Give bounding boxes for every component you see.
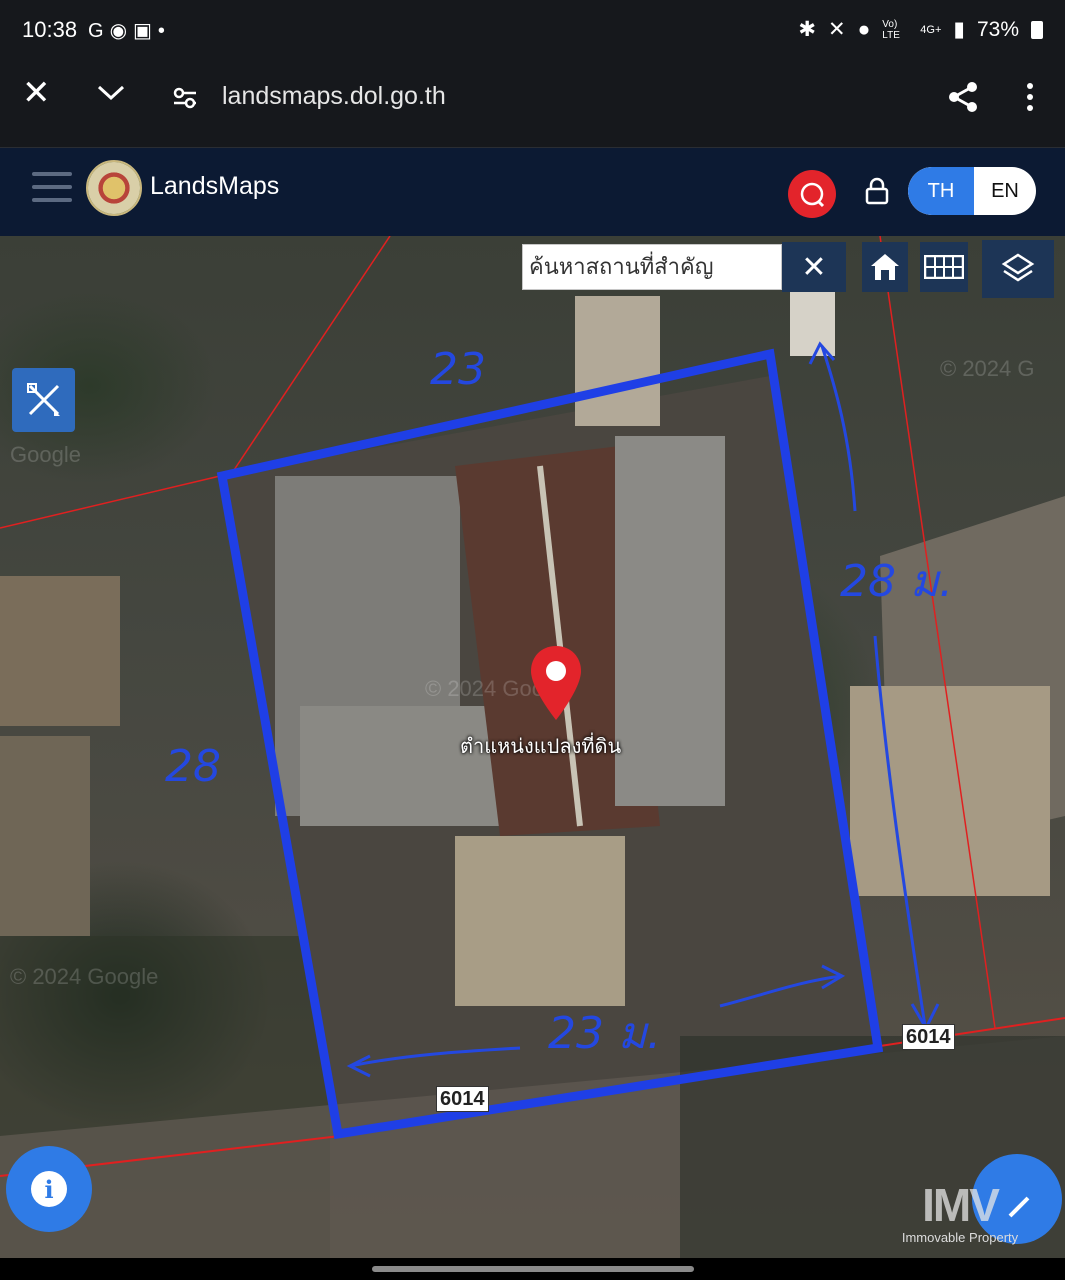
signal-icon: ▮ — [953, 18, 965, 41]
url-text[interactable]: landsmaps.dol.go.th — [222, 82, 446, 111]
lang-th-option[interactable]: TH — [908, 167, 974, 215]
share-icon[interactable] — [946, 80, 980, 114]
department-logo — [86, 160, 142, 216]
side-roof — [615, 436, 725, 806]
satellite-map[interactable]: 23 28 ม. 28 23 ม. Google © 2024 Google ©… — [0, 236, 1065, 1258]
gesture-bar — [0, 1258, 1065, 1280]
google-icon: G — [88, 20, 110, 42]
battery-level: 73% — [976, 17, 1019, 41]
chevron-down-icon[interactable] — [96, 78, 126, 108]
volte-icon: Vo) LTE — [882, 18, 900, 41]
line-icon: ◉ — [109, 20, 134, 42]
measure-bottom: 23 ม. — [548, 1008, 661, 1059]
lang-en-option[interactable]: EN — [974, 167, 1036, 215]
browser-bar: ✕ landsmaps.dol.go.th — [0, 62, 1065, 148]
landmark-search-field[interactable] — [522, 244, 782, 290]
layers-button[interactable] — [982, 240, 1054, 298]
parcel-grid-button[interactable] — [920, 242, 968, 292]
map-copyright: © 2024 Google — [10, 964, 159, 989]
layers-icon — [1001, 253, 1035, 282]
status-time: 10:38 — [22, 17, 78, 42]
search-button[interactable] — [788, 170, 836, 218]
road-number-label: 6014 — [902, 1024, 955, 1050]
more-icon[interactable] — [1020, 80, 1040, 114]
neighbor-rooftop — [0, 576, 120, 726]
measure-tool-button[interactable] — [12, 368, 75, 432]
status-right-icons: ✱ ✕ ● Vo) LTE 4G+ ▮ 73% — [798, 17, 1043, 42]
4g-icon: 4G+ — [920, 23, 942, 36]
boundary-line — [0, 475, 221, 529]
app-title: LandsMaps — [150, 172, 280, 200]
parcel-location-label: ตำแหน่งแปลงที่ดิน — [460, 734, 622, 758]
measure-left: 28 — [165, 741, 221, 792]
ruler-pencil-icon — [26, 383, 60, 416]
landmark-search-input[interactable] — [523, 245, 781, 289]
gesture-handle[interactable] — [372, 1266, 694, 1272]
arrow-up — [820, 345, 857, 512]
home-button[interactable] — [862, 242, 908, 292]
gallery-icon: ▣ — [133, 20, 158, 42]
grid-icon — [924, 255, 964, 279]
map-copyright: Google — [10, 442, 81, 467]
gray-roof-lower — [300, 706, 500, 826]
measure-right: 28 ม. — [840, 556, 953, 607]
app-header: LandsMaps TH EN — [0, 148, 1065, 236]
notification-icons: G◉▣• — [88, 18, 171, 43]
courtyard — [455, 836, 625, 1006]
search-icon — [800, 182, 825, 208]
road-number-label: 6014 — [436, 1086, 489, 1112]
rear-structure — [575, 296, 660, 426]
home-icon — [871, 254, 899, 280]
watermark-logo: IMV — [922, 1179, 1000, 1231]
mute-icon: ✕ — [828, 18, 846, 41]
clear-search-button[interactable]: ✕ — [782, 242, 846, 292]
bluetooth-icon: ✱ — [798, 18, 816, 41]
neighbor-yard — [0, 736, 90, 936]
watermark-text: Immovable Property — [901, 1230, 1019, 1245]
map-copyright: © 2024 G — [940, 356, 1035, 381]
close-icon[interactable]: ✕ — [22, 76, 51, 110]
watermark: IMV Immovable Property — [880, 1180, 1040, 1245]
location-icon: ● — [857, 17, 871, 41]
lock-icon[interactable] — [864, 176, 890, 206]
info-icon: i — [31, 1171, 67, 1207]
location-pin-icon[interactable] — [528, 644, 584, 722]
status-bar: 10:38 G◉▣• ✱ ✕ ● Vo) LTE 4G+ ▮ 73% — [0, 0, 1065, 62]
battery-icon — [1031, 20, 1043, 39]
dot-icon: • — [157, 20, 171, 42]
measure-top: 23 — [430, 344, 486, 395]
site-settings-icon[interactable] — [172, 86, 198, 110]
language-toggle[interactable]: TH EN — [908, 167, 1036, 215]
info-button[interactable]: i — [6, 1146, 92, 1232]
menu-icon[interactable] — [32, 172, 72, 204]
